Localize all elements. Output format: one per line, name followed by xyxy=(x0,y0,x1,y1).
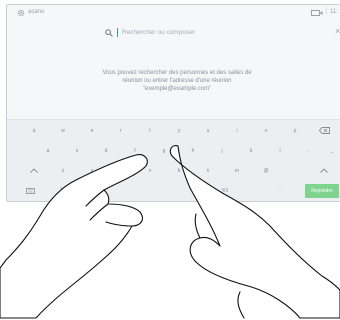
search-icon xyxy=(105,28,113,37)
key-q[interactable]: q xyxy=(19,124,49,138)
key-d[interactable]: d xyxy=(91,144,121,158)
key-w[interactable]: w xyxy=(48,124,78,138)
key-m[interactable]: m xyxy=(222,164,252,178)
backspace-icon xyxy=(318,127,330,135)
key-x[interactable]: x xyxy=(77,164,107,178)
key-i[interactable]: i xyxy=(222,124,252,138)
key-v[interactable]: v xyxy=(135,164,165,178)
key-hyphen[interactable]: - xyxy=(294,144,324,158)
key-j[interactable]: j xyxy=(207,144,237,158)
backspace-key[interactable] xyxy=(309,124,339,138)
key-y[interactable]: y xyxy=(164,124,194,138)
key-underscore[interactable]: _ xyxy=(323,144,340,158)
dialpad-icon xyxy=(60,187,66,195)
text-caret xyxy=(117,28,118,37)
key-at[interactable]: @ xyxy=(251,164,281,178)
chevron-up-icon xyxy=(30,168,38,173)
close-icon[interactable]: × xyxy=(335,26,340,36)
numbers-key[interactable]: ?123 xyxy=(79,184,109,198)
key-n[interactable]: n xyxy=(193,164,223,178)
shift-key[interactable] xyxy=(19,164,49,178)
dialpad-key[interactable] xyxy=(48,184,78,198)
brand-name: acano xyxy=(28,9,45,15)
symbols-key[interactable]: !#1 xyxy=(210,184,240,198)
key-e[interactable]: e xyxy=(77,124,107,138)
search-field[interactable]: Rechercher ou composer xyxy=(105,26,245,39)
key-u[interactable]: u xyxy=(193,124,223,138)
gear-icon[interactable] xyxy=(17,9,25,17)
keyboard-icon xyxy=(25,187,35,194)
on-screen-keyboard: q w e r t y u i o p a s d f g h j k l - … xyxy=(7,119,340,201)
key-h[interactable]: h xyxy=(178,144,208,158)
key-z[interactable]: z xyxy=(48,164,78,178)
key-dot[interactable]: . xyxy=(265,184,295,198)
shift-key-right[interactable] xyxy=(309,164,339,178)
clock-time: 11: xyxy=(330,9,338,15)
key-l[interactable]: l xyxy=(265,144,295,158)
search-placeholder: Rechercher ou composer xyxy=(122,29,195,36)
key-f[interactable]: f xyxy=(120,144,150,158)
hint-line: Vous pouvez rechercher des personnes et … xyxy=(102,70,252,76)
camera-icon[interactable] xyxy=(311,10,323,16)
hint-line: "exemple@example.com" xyxy=(142,86,212,92)
touch-panel-screen: acano | 11: Rechercher ou composer × Vou… xyxy=(6,4,340,202)
join-button[interactable]: Rejoindre xyxy=(305,184,339,198)
key-b[interactable]: b xyxy=(164,164,194,178)
key-p[interactable]: p xyxy=(280,124,310,138)
key-o[interactable]: o xyxy=(251,124,281,138)
status-separator: | xyxy=(326,8,328,14)
keyboard-hide-key[interactable] xyxy=(15,184,45,198)
key-r[interactable]: r xyxy=(106,124,136,138)
key-s[interactable]: s xyxy=(62,144,92,158)
chevron-up-icon xyxy=(320,168,328,173)
key-g[interactable]: g xyxy=(149,144,179,158)
search-hint: Vous pouvez rechercher des personnes et … xyxy=(67,69,287,93)
status-bar: acano | 11: xyxy=(7,5,340,21)
key-c[interactable]: c xyxy=(106,164,136,178)
key-t[interactable]: t xyxy=(135,124,165,138)
hint-line: réunion ou entrer l'adresse d'une réunio… xyxy=(122,78,232,84)
key-a[interactable]: a xyxy=(33,144,63,158)
key-k[interactable]: k xyxy=(236,144,266,158)
